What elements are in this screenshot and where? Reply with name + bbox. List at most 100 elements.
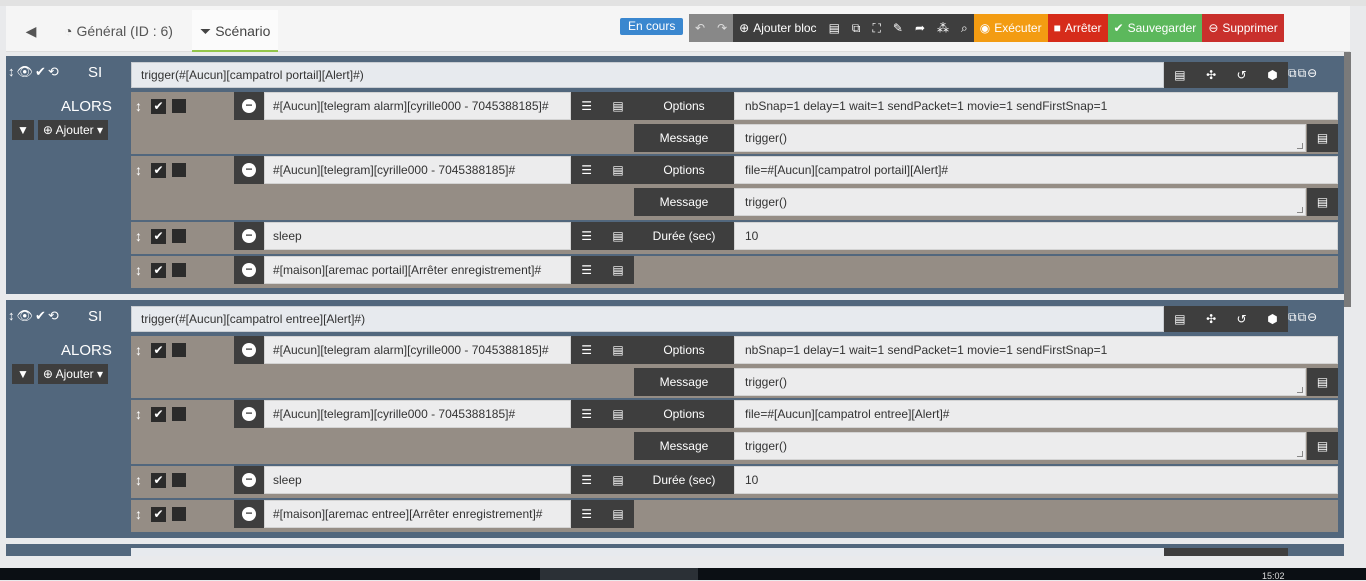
taskbar-active-app[interactable]: [540, 568, 698, 580]
enable-checkbox[interactable]: ✔: [151, 163, 166, 178]
drag-handle-icon[interactable]: ↕: [135, 506, 142, 522]
remove-action-button[interactable]: −: [234, 256, 264, 284]
checklist-icon[interactable]: ☰: [581, 343, 592, 357]
checklist-icon[interactable]: ☰: [581, 163, 592, 177]
copy-paste-remove-icons[interactable]: ⧉⧉⊖: [1288, 66, 1318, 81]
option-checkbox[interactable]: [172, 507, 186, 521]
remove-action-button[interactable]: −: [234, 466, 264, 494]
option-checkbox[interactable]: [172, 407, 186, 421]
undo-button[interactable]: ↶: [689, 14, 712, 42]
remove-action-button[interactable]: −: [234, 222, 264, 250]
enable-checkbox[interactable]: ✔: [151, 229, 166, 244]
history-icon[interactable]: ↺: [1237, 68, 1247, 82]
option-checkbox[interactable]: [172, 343, 186, 357]
puzzle-icon[interactable]: ✣: [1206, 68, 1216, 82]
enable-checkbox[interactable]: ✔: [151, 263, 166, 278]
back-icon[interactable]: ◀: [20, 10, 42, 52]
resize-handle-icon[interactable]: [1297, 387, 1303, 393]
remove-action-button[interactable]: −: [234, 500, 264, 528]
remove-action-button[interactable]: −: [234, 400, 264, 428]
condition-input[interactable]: trigger(#[Aucun][campatrol portail][Aler…: [131, 62, 1164, 88]
drag-handle-icon[interactable]: ↕: [135, 228, 142, 244]
list-icon[interactable]: ▤: [612, 229, 623, 243]
message-list-button[interactable]: ▤: [1307, 432, 1338, 460]
options-input[interactable]: file=#[Aucun][campatrol entree][Alert]#: [734, 400, 1338, 428]
option-checkbox[interactable]: [172, 229, 186, 243]
list-icon[interactable]: ▤: [1174, 312, 1185, 326]
condition-input[interactable]: trigger(#[Aucun][campatrol entree][Alert…: [131, 306, 1164, 332]
command-input[interactable]: #[Aucun][telegram alarm][cyrille000 - 70…: [264, 336, 571, 364]
list-icon[interactable]: ▤: [612, 263, 623, 277]
list-icon[interactable]: ▤: [612, 163, 623, 177]
edit-icon[interactable]: ✎: [886, 14, 909, 42]
search-icon[interactable]: ⌕: [955, 14, 974, 42]
drag-handle-icon[interactable]: ↕: [135, 342, 142, 358]
history-icon[interactable]: ↺: [1237, 312, 1247, 326]
message-list-button[interactable]: ▤: [1307, 188, 1338, 216]
list-icon[interactable]: ▤: [612, 407, 623, 421]
block-controls[interactable]: ↕👁✔⟲: [8, 308, 61, 324]
drag-handle-icon[interactable]: ↕: [135, 98, 142, 114]
message-list-button[interactable]: ▤: [1307, 368, 1338, 396]
tab-scenario[interactable]: ⏷ Scénario: [192, 10, 279, 52]
execute-button[interactable]: ◉ Exécuter: [973, 14, 1048, 42]
add-action-button[interactable]: ⊕ Ajouter ▾: [37, 364, 109, 384]
options-input[interactable]: file=#[Aucun][campatrol portail][Alert]#: [734, 156, 1338, 184]
tab-general[interactable]: ◔ Général (ID : 6): [64, 10, 173, 52]
enable-checkbox[interactable]: ✔: [151, 343, 166, 358]
enable-checkbox[interactable]: ✔: [151, 507, 166, 522]
checklist-icon[interactable]: ☰: [581, 507, 592, 521]
copy-icon[interactable]: ⧉: [845, 14, 867, 42]
drag-handle-icon[interactable]: ↕: [135, 162, 142, 178]
command-input[interactable]: sleep: [264, 466, 571, 494]
duration-input[interactable]: 10: [734, 466, 1338, 494]
file-icon[interactable]: ▤: [822, 14, 846, 42]
remove-action-button[interactable]: −: [234, 92, 264, 120]
expand-icon[interactable]: ⛶: [866, 14, 887, 42]
option-checkbox[interactable]: [172, 473, 186, 487]
drag-handle-icon[interactable]: ↕: [135, 406, 142, 422]
list-icon[interactable]: ▤: [612, 99, 623, 113]
enable-checkbox[interactable]: ✔: [151, 473, 166, 488]
command-input[interactable]: #[maison][aremac portail][Arrêter enregi…: [264, 256, 571, 284]
option-checkbox[interactable]: [172, 99, 186, 113]
remove-action-button[interactable]: −: [234, 336, 264, 364]
options-input[interactable]: nbSnap=1 delay=1 wait=1 sendPacket=1 mov…: [734, 336, 1338, 364]
command-input[interactable]: #[Aucun][telegram alarm][cyrille000 - 70…: [264, 92, 571, 120]
list-icon[interactable]: ▤: [612, 473, 623, 487]
remove-action-button[interactable]: −: [234, 156, 264, 184]
enable-checkbox[interactable]: ✔: [151, 407, 166, 422]
checklist-icon[interactable]: ☰: [581, 473, 592, 487]
checklist-icon[interactable]: ☰: [581, 263, 592, 277]
command-input[interactable]: #[Aucun][telegram][cyrille000 - 70453881…: [264, 156, 571, 184]
cubes-icon[interactable]: ⁂: [931, 14, 956, 42]
list-icon[interactable]: ▤: [612, 343, 623, 357]
message-list-button[interactable]: ▤: [1307, 124, 1338, 152]
condition-input[interactable]: [131, 548, 1164, 556]
stop-button[interactable]: ■ Arrêter: [1047, 14, 1108, 42]
drag-handle-icon[interactable]: ↕: [135, 262, 142, 278]
resize-handle-icon[interactable]: [1297, 451, 1303, 457]
block-controls[interactable]: ↕👁✔⟲: [8, 64, 61, 80]
command-input[interactable]: #[Aucun][telegram][cyrille000 - 70453881…: [264, 400, 571, 428]
resize-handle-icon[interactable]: [1297, 143, 1303, 149]
checklist-icon[interactable]: ☰: [581, 99, 592, 113]
cube-icon[interactable]: ⬢: [1267, 312, 1277, 326]
enable-checkbox[interactable]: ✔: [151, 99, 166, 114]
collapse-button[interactable]: ▼: [12, 364, 34, 384]
add-block-button[interactable]: ⊕ Ajouter bloc: [733, 14, 823, 42]
list-icon[interactable]: ▤: [612, 507, 623, 521]
share-icon[interactable]: ➦: [908, 14, 932, 42]
options-input[interactable]: nbSnap=1 delay=1 wait=1 sendPacket=1 mov…: [734, 92, 1338, 120]
list-icon[interactable]: ▤: [1174, 68, 1185, 82]
checklist-icon[interactable]: ☰: [581, 407, 592, 421]
collapse-button[interactable]: ▼: [12, 120, 34, 140]
cube-icon[interactable]: ⬢: [1267, 68, 1277, 82]
message-input[interactable]: trigger(): [734, 432, 1306, 460]
resize-handle-icon[interactable]: [1297, 207, 1303, 213]
redo-button[interactable]: ↷: [711, 14, 734, 42]
scrollbar[interactable]: [1344, 52, 1351, 307]
duration-input[interactable]: 10: [734, 222, 1338, 250]
option-checkbox[interactable]: [172, 163, 186, 177]
command-input[interactable]: #[maison][aremac entree][Arrêter enregis…: [264, 500, 571, 528]
